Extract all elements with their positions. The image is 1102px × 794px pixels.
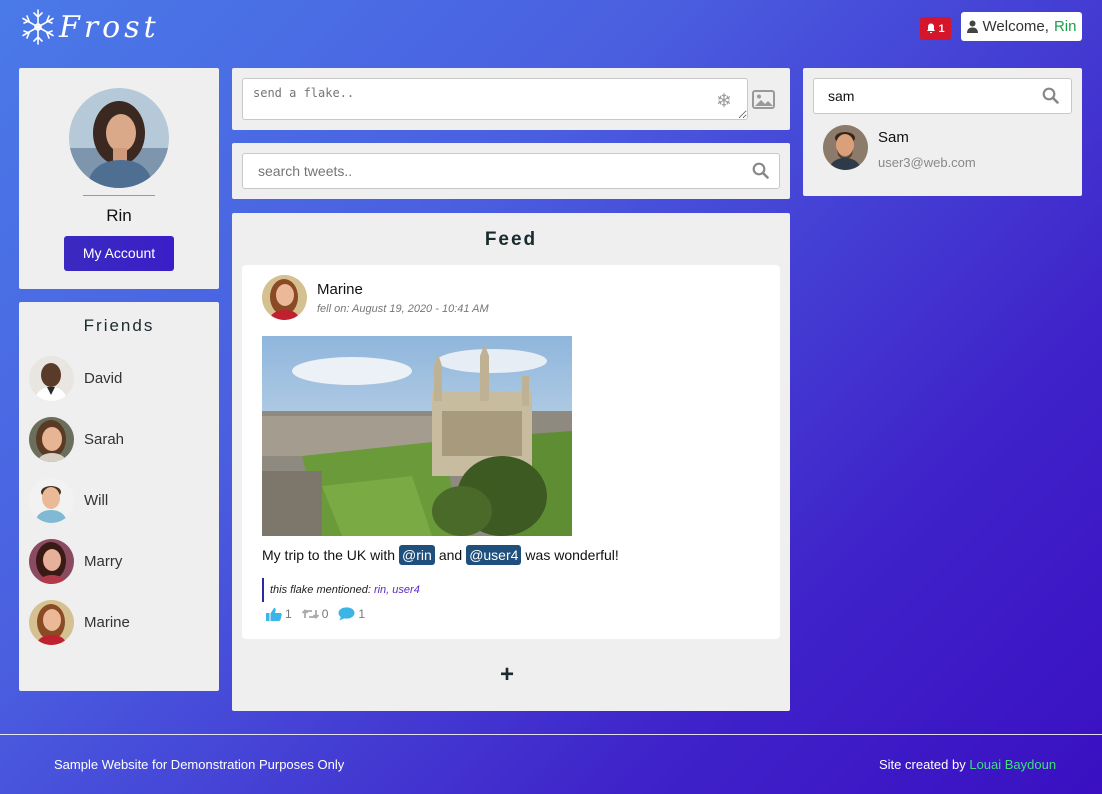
mentions-prefix: this flake mentioned: [270,584,371,596]
friend-item-marine[interactable]: Marine [29,600,130,645]
search-icon[interactable] [752,162,769,184]
load-more-button[interactable]: + [500,661,514,689]
friend-name: David [84,370,123,387]
compose-input[interactable] [242,78,748,120]
friend-avatar [29,539,74,584]
friends-card: Friends David Sarah Will Marry Marine [19,302,219,691]
footer-credit-prefix: Site created by [879,757,966,772]
retweet-icon [301,609,319,619]
mention-tag-rin[interactable]: @rin [399,545,435,565]
comment-icon [338,607,355,621]
friends-title: Friends [83,316,155,335]
post-mentions: this flake mentioned: rin, user4 [262,578,420,602]
post-text-part: and [438,547,463,563]
image-upload-icon[interactable] [752,90,775,114]
footer-divider [0,734,1102,735]
mention-tag-user4[interactable]: @user4 [466,545,522,565]
feed-card: Feed Marine fell on: August 19, 2020 - 1… [232,213,790,711]
friend-name: Sarah [84,431,125,448]
compose-card: ❄ [232,68,790,130]
thumbs-up-icon [266,608,282,621]
welcome-menu[interactable]: Welcome, Rin [961,12,1082,41]
mentions-users[interactable]: rin, user4 [374,584,420,596]
friend-avatar [29,356,74,401]
footer-author-link[interactable]: Louai Baydoun [969,757,1056,772]
likes-count: 1 [285,607,292,621]
post-image[interactable] [262,336,572,536]
profile-name: Rin [106,206,132,225]
user-search-card: Sam user3@web.com [803,68,1082,196]
friend-item-david[interactable]: David [29,356,122,401]
friend-avatar [29,417,74,462]
user-search-box [813,78,1072,114]
friend-name: Will [84,492,109,509]
search-result-name[interactable]: Sam [878,129,909,146]
reflakes-count: 0 [321,607,329,621]
welcome-prefix: Welcome, [982,18,1049,35]
user-icon [966,20,978,33]
bell-icon [927,23,936,34]
profile-card: Rin My Account [19,68,219,289]
friend-item-marry[interactable]: Marry [29,539,122,584]
friend-avatar [29,600,74,645]
my-account-button[interactable]: My Account [64,236,174,271]
post-actions: 1 0 1 [266,607,365,621]
search-result-email: user3@web.com [878,155,976,170]
profile-divider [83,195,155,196]
reflake-button[interactable]: 0 [301,607,329,621]
search-tweets-card [232,143,790,199]
search-result-avatar[interactable] [823,125,868,170]
friend-avatar [29,478,74,523]
search-icon[interactable] [1042,87,1059,109]
search-tweets-input[interactable] [243,154,723,188]
post-text-part: was wonderful! [525,547,619,563]
footer-disclaimer: Sample Website for Demonstration Purpose… [54,757,345,772]
friend-name: Marine [84,614,130,631]
profile-avatar [69,88,169,188]
notifications-count: 1 [938,22,945,35]
snowflake-send-icon[interactable]: ❄ [716,90,732,113]
comments-count: 1 [358,607,366,621]
logo[interactable]: Frost [19,8,160,46]
post-author-name[interactable]: Marine [317,281,363,298]
user-search-input[interactable] [814,79,1024,113]
brand-name: Frost [59,9,160,45]
search-tweets-box [242,153,780,189]
feed-title: Feed [484,229,538,250]
feed-post: Marine fell on: August 19, 2020 - 10:41 … [242,265,780,639]
comment-button[interactable]: 1 [338,607,365,621]
notifications-button[interactable]: 1 [920,17,951,40]
snowflake-logo-icon [22,9,54,45]
friend-name: Marry [84,553,123,570]
like-button[interactable]: 1 [266,607,292,621]
welcome-username: Rin [1053,18,1077,35]
post-text-part: My trip to the UK with [262,547,396,563]
footer-credit: Site created by Louai Baydoun [879,757,1056,772]
post-text: My trip to the UK with @rin and @user4 w… [262,545,619,565]
friend-item-will[interactable]: Will [29,478,108,523]
post-timestamp: fell on: August 19, 2020 - 10:41 AM [317,303,489,315]
friend-item-sarah[interactable]: Sarah [29,417,124,462]
post-author-avatar[interactable] [262,275,307,320]
